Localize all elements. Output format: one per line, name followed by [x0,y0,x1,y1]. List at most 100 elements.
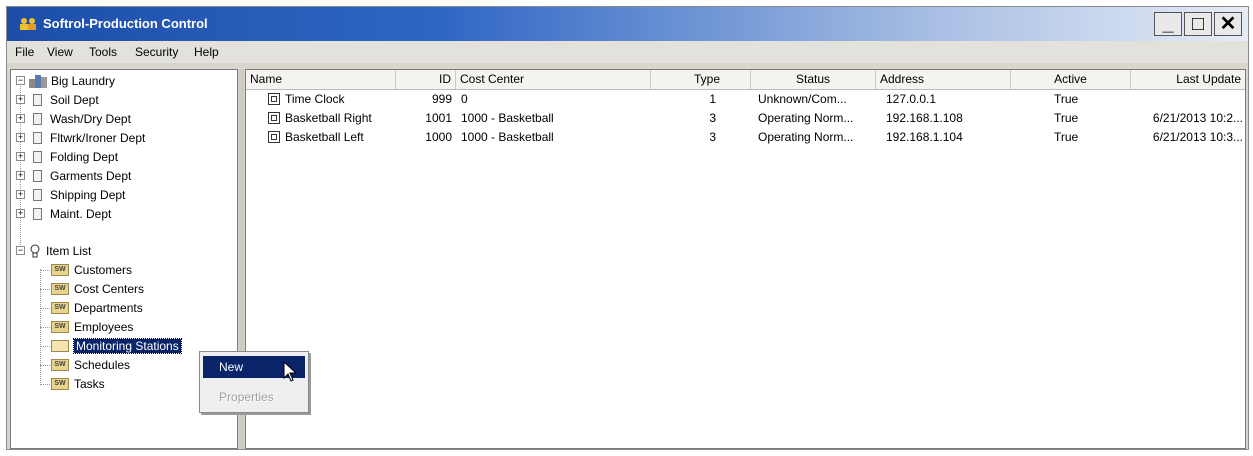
cell-last-update: 6/21/2013 10:3... [1152,130,1243,144]
cell-status: Operating Norm... [758,111,854,125]
column-header-id[interactable]: ID [396,70,456,89]
cell-address: 192.168.1.108 [886,111,963,125]
menu-help[interactable]: Help [194,45,219,59]
tree-line [40,270,50,271]
department-icon [33,94,42,106]
maximize-button[interactable]: □ [1184,12,1212,36]
tree-node-dept[interactable]: Maint. Dept [33,205,111,223]
cell-address: 127.0.0.1 [886,92,937,106]
tree-node-label: Departments [74,301,143,315]
tree-node-label: Fltwrk/Ironer Dept [50,131,146,145]
tree-node-label: Schedules [74,358,131,372]
tree-node-cost-centers[interactable]: SW Cost Centers [51,280,144,298]
cell-id: 999 [431,92,452,106]
cell-active: True [1054,92,1079,106]
department-icon [33,170,42,182]
tree-node-monitoring-stations[interactable]: Monitoring Stations [51,337,182,355]
expand-icon[interactable]: + [16,171,25,180]
menu-view[interactable]: View [47,45,73,59]
main-window: Softrol-Production Control _ □ ✕ File Vi… [6,6,1249,450]
table-row[interactable]: Basketball Left 1000 1000 - Basketball 3… [246,128,1245,147]
tree-node-label: Item List [46,244,92,258]
tree-node-label: Cost Centers [74,282,145,296]
tree-line [20,82,21,245]
expand-icon[interactable]: + [16,190,25,199]
tree-line [40,308,50,309]
tree-node-dept[interactable]: Garments Dept [33,167,131,185]
tree-node-label: Wash/Dry Dept [50,112,131,126]
tree-node-label: Shipping Dept [50,188,126,202]
column-header-address[interactable]: Address [876,70,1011,89]
collapse-icon[interactable]: − [16,246,25,255]
mouse-cursor-icon [283,361,298,382]
cell-last-update [1131,90,1243,109]
menu-bar: File View Tools Security Help [7,41,1248,63]
tree-node-departments[interactable]: SW Departments [51,299,143,317]
cell-active: True [1054,130,1079,144]
expand-icon[interactable]: + [16,95,25,104]
folder-icon: SW [51,283,69,295]
close-button[interactable]: ✕ [1214,12,1242,36]
tree-node-label: Tasks [74,377,105,391]
table-row[interactable]: Basketball Right 1001 1000 - Basketball … [246,109,1245,128]
expand-icon[interactable]: + [16,152,25,161]
menu-file[interactable]: File [15,45,34,59]
tree-node-dept[interactable]: Soil Dept [33,91,99,109]
station-icon [268,112,280,124]
context-menu-properties[interactable]: Properties [203,386,305,408]
tree-line [40,384,50,385]
tree-node-big-laundry[interactable]: Big Laundry [29,72,115,90]
tree-line [40,289,50,290]
title-bar[interactable]: Softrol-Production Control _ □ ✕ [7,7,1248,41]
menu-tools[interactable]: Tools [89,45,117,59]
window-title: Softrol-Production Control [43,16,208,31]
app-people-icon [20,18,36,30]
tree-node-tasks[interactable]: SW Tasks [51,375,105,393]
expand-icon[interactable]: + [16,133,25,142]
cell-type: 3 [709,130,716,144]
cell-type: 1 [709,92,716,106]
cell-cost-center: 1000 - Basketball [461,130,554,144]
tree-node-dept[interactable]: Fltwrk/Ironer Dept [33,129,145,147]
expand-icon[interactable]: + [16,114,25,123]
folder-icon: SW [51,359,69,371]
cell-address: 192.168.1.104 [886,130,963,144]
folder-icon: SW [51,378,69,390]
column-header-last-update[interactable]: Last Update [1131,70,1245,89]
column-header-active[interactable]: Active [1011,70,1131,89]
column-header-name[interactable]: Name [246,70,396,89]
tree-line [40,346,50,347]
tree-node-employees[interactable]: SW Employees [51,318,133,336]
cell-status: Unknown/Com... [758,92,847,106]
cell-active: True [1054,111,1079,125]
tree-node-label: Folding Dept [50,150,119,164]
table-row[interactable]: Time Clock 999 0 1 Unknown/Com... 127.0.… [246,90,1245,109]
tree-node-label-selected: Monitoring Stations [73,338,182,354]
stations-list[interactable]: Name ID Cost Center Type Status Address … [245,69,1246,449]
tree-node-dept[interactable]: Shipping Dept [33,186,125,204]
tree-node-label: Big Laundry [51,74,116,88]
column-header-cost-center[interactable]: Cost Center [456,70,651,89]
menu-security[interactable]: Security [135,45,178,59]
department-icon [33,113,42,125]
tree-node-customers[interactable]: SW Customers [51,261,132,279]
department-icon [33,189,42,201]
expand-icon[interactable]: + [16,209,25,218]
cell-cost-center: 1000 - Basketball [461,111,554,125]
tree-node-dept[interactable]: Wash/Dry Dept [33,110,131,128]
tree-node-label: Customers [74,263,133,277]
tree-node-item-list[interactable]: Item List [29,242,91,260]
cell-name: Time Clock [285,92,345,106]
minimize-button[interactable]: _ [1154,12,1182,36]
cell-last-update: 6/21/2013 10:2... [1152,111,1243,125]
collapse-icon[interactable]: − [16,76,25,85]
tree-node-schedules[interactable]: SW Schedules [51,356,130,374]
lightbulb-icon [30,244,40,258]
column-header-status[interactable]: Status [751,70,876,89]
column-header-type[interactable]: Type [651,70,751,89]
cell-id: 1001 [425,111,452,125]
tree-line [40,327,50,328]
open-folder-icon [51,340,69,352]
tree-node-dept[interactable]: Folding Dept [33,148,118,166]
cell-name: Basketball Left [285,130,364,144]
